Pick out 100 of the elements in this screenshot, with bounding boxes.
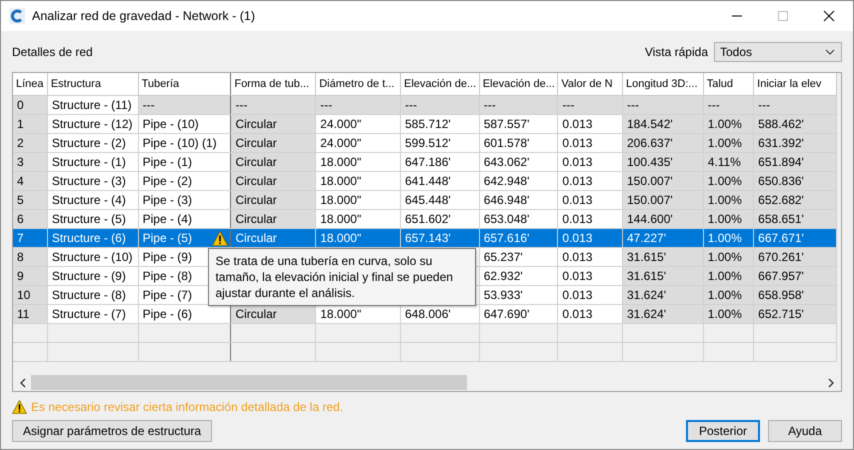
table-cell[interactable]: Pipe - (1): [138, 152, 231, 172]
table-cell[interactable]: 647.690': [479, 304, 558, 324]
table-cell[interactable]: Circular: [230, 228, 316, 248]
table-cell[interactable]: 658.958': [754, 286, 836, 304]
table-cell[interactable]: 657.143': [400, 228, 480, 248]
table-cell[interactable]: 587.557': [479, 114, 558, 134]
table-cell[interactable]: ---: [558, 96, 622, 114]
table-cell[interactable]: 651.602': [400, 210, 480, 228]
table-cell[interactable]: 0: [13, 96, 48, 114]
table-cell[interactable]: 31.615': [622, 248, 704, 266]
table-cell[interactable]: 10: [13, 286, 48, 304]
table-cell[interactable]: 645.448': [400, 190, 480, 210]
table-cell[interactable]: 47.227': [622, 228, 704, 248]
table-cell[interactable]: Structure - (2): [47, 134, 138, 152]
table-cell[interactable]: 18.000": [316, 190, 400, 210]
table-cell[interactable]: Circular: [230, 134, 316, 152]
table-cell[interactable]: 1.00%: [703, 228, 754, 248]
table-cell[interactable]: 18.000": [316, 152, 400, 172]
help-button[interactable]: Ayuda: [768, 420, 842, 442]
table-cell[interactable]: 643.062': [479, 152, 558, 172]
table-cell[interactable]: 1.00%: [703, 134, 754, 152]
table-cell[interactable]: 599.512': [400, 134, 480, 152]
table-cell[interactable]: 1.00%: [703, 190, 754, 210]
scroll-right-icon[interactable]: [827, 378, 835, 388]
table-cell[interactable]: 1: [13, 114, 48, 134]
table-cell[interactable]: 62.932': [479, 266, 558, 286]
table-cell[interactable]: 588.462': [754, 114, 836, 134]
table-cell[interactable]: ---: [479, 96, 558, 114]
table-cell[interactable]: 650.836': [754, 172, 836, 190]
table-cell[interactable]: ---: [622, 96, 704, 114]
table-cell[interactable]: 0.013: [558, 172, 622, 190]
table-cell[interactable]: 144.600': [622, 210, 704, 228]
table-cell[interactable]: 1.00%: [703, 266, 754, 286]
table-cell[interactable]: Pipe - (4): [138, 210, 231, 228]
table-cell[interactable]: Structure - (6): [47, 228, 138, 248]
table-cell[interactable]: 670.261': [754, 248, 836, 266]
table-cell[interactable]: ---: [138, 96, 231, 114]
table-cell[interactable]: 31.615': [622, 266, 704, 286]
table-cell[interactable]: 11: [13, 304, 48, 324]
table-cell[interactable]: 646.948': [479, 190, 558, 210]
table-cell[interactable]: Pipe - (10): [138, 114, 231, 134]
table-cell[interactable]: 652.715': [754, 304, 836, 324]
table-cell[interactable]: ---: [400, 96, 480, 114]
column-header[interactable]: Elevación de...: [400, 73, 480, 96]
table-cell[interactable]: 18.000": [316, 228, 400, 248]
table-cell[interactable]: 631.392': [754, 134, 836, 152]
table-cell[interactable]: 658.651': [754, 210, 836, 228]
close-icon[interactable]: [823, 10, 835, 22]
table-cell[interactable]: 0.013: [558, 248, 622, 266]
table-cell[interactable]: Pipe - (3): [138, 190, 231, 210]
table-cell[interactable]: Structure - (1): [47, 152, 138, 172]
table-cell[interactable]: 1.00%: [703, 248, 754, 266]
quick-view-dropdown[interactable]: Todos: [714, 42, 842, 62]
table-cell[interactable]: 667.671': [754, 228, 836, 248]
table-cell[interactable]: 8: [13, 248, 48, 266]
table-cell[interactable]: 7: [13, 228, 48, 248]
table-cell[interactable]: 0.013: [558, 134, 622, 152]
table-cell[interactable]: Structure - (8): [47, 286, 138, 304]
table-cell[interactable]: 653.048': [479, 210, 558, 228]
scroll-left-icon[interactable]: [19, 378, 27, 388]
table-cell[interactable]: 0.013: [558, 152, 622, 172]
table-cell[interactable]: 100.435': [622, 152, 704, 172]
column-header[interactable]: Línea: [13, 73, 48, 96]
table-cell[interactable]: Pipe - (6): [138, 304, 231, 324]
next-button[interactable]: Posterior: [686, 420, 760, 442]
column-header[interactable]: Talud: [703, 73, 754, 96]
table-cell[interactable]: 65.237': [479, 248, 558, 266]
table-cell[interactable]: Structure - (7): [47, 304, 138, 324]
table-cell[interactable]: Structure - (5): [47, 210, 138, 228]
table-cell[interactable]: 6: [13, 210, 48, 228]
table-cell[interactable]: 1.00%: [703, 286, 754, 304]
table-cell[interactable]: 5: [13, 190, 48, 210]
table-cell[interactable]: 1.00%: [703, 114, 754, 134]
column-header[interactable]: Estructura: [47, 73, 138, 96]
table-cell[interactable]: 1.00%: [703, 304, 754, 324]
table-cell[interactable]: 0.013: [558, 266, 622, 286]
table-cell[interactable]: 667.957': [754, 266, 836, 286]
table-cell[interactable]: 9: [13, 266, 48, 286]
table-cell[interactable]: 18.000": [316, 172, 400, 190]
table-cell[interactable]: Pipe - (10) (1): [138, 134, 231, 152]
column-header[interactable]: Diámetro de t...: [316, 73, 400, 96]
column-header[interactable]: Valor de N: [558, 73, 622, 96]
table-cell[interactable]: Circular: [230, 210, 316, 228]
table-cell[interactable]: Pipe - (2): [138, 172, 231, 190]
table-cell[interactable]: 0.013: [558, 286, 622, 304]
table-cell[interactable]: 150.007': [622, 172, 704, 190]
table-cell[interactable]: Structure - (12): [47, 114, 138, 134]
table-cell[interactable]: 53.933': [479, 286, 558, 304]
column-header[interactable]: Longitud 3D:...: [622, 73, 704, 96]
table-cell[interactable]: ---: [703, 96, 754, 114]
table-cell[interactable]: 31.624': [622, 304, 704, 324]
table-cell[interactable]: 4.11%: [703, 152, 754, 172]
table-cell[interactable]: Structure - (11): [47, 96, 138, 114]
table-cell[interactable]: Circular: [230, 152, 316, 172]
column-header[interactable]: Elevación de...: [479, 73, 558, 96]
table-cell[interactable]: Structure - (3): [47, 172, 138, 190]
table-cell[interactable]: Structure - (4): [47, 190, 138, 210]
table-cell[interactable]: Structure - (9): [47, 266, 138, 286]
column-header[interactable]: Forma de tub...: [230, 73, 316, 96]
table-cell[interactable]: 0.013: [558, 114, 622, 134]
